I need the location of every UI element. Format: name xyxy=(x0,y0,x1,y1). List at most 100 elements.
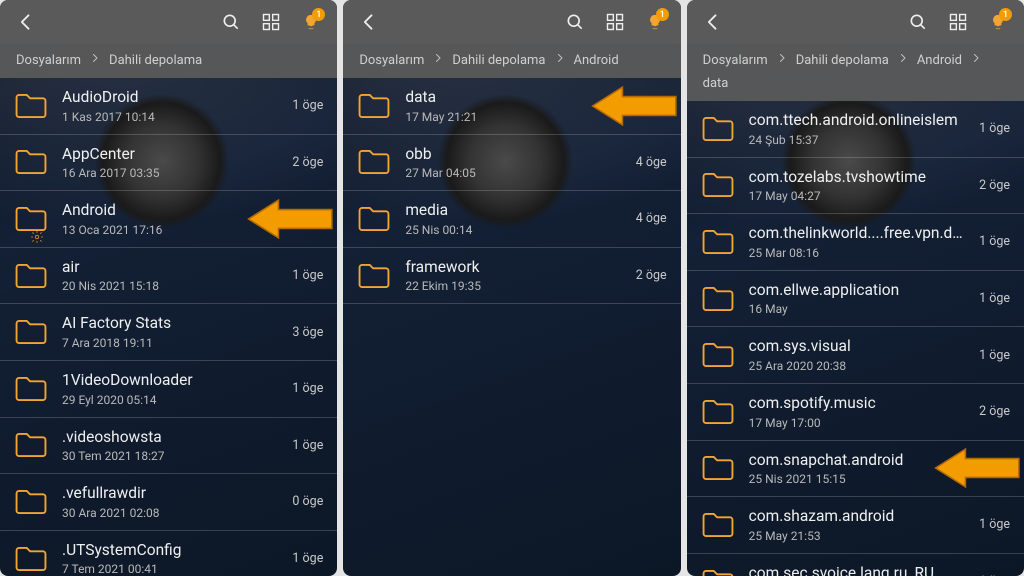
folder-row[interactable]: com.tozelabs.tvshowtime17 May 04:272 öge xyxy=(687,158,1024,215)
item-count: 1 öge xyxy=(979,291,1010,306)
folder-row[interactable]: media25 Nis 00:144 öge xyxy=(343,191,680,248)
folder-icon xyxy=(14,375,48,403)
folder-row[interactable]: com.ellwe.application16 May1 öge xyxy=(687,271,1024,328)
folder-row[interactable]: com.shazam.android25 May 21:531 öge xyxy=(687,497,1024,554)
folder-meta: 22 Ekim 19:35 xyxy=(405,279,627,293)
folder-icon xyxy=(14,262,48,290)
folder-row[interactable]: com.sys.visual25 Ara 2020 20:381 öge xyxy=(687,327,1024,384)
breadcrumb[interactable]: Dosyalarım Dahili depolama Android data xyxy=(687,44,1024,101)
gear-icon xyxy=(30,229,44,243)
chevron-right-icon xyxy=(776,52,788,68)
folder-row[interactable]: AppCenter16 Ara 2017 03:352 öge xyxy=(0,135,337,192)
folder-meta: 30 Ara 2021 02:08 xyxy=(62,506,284,520)
folder-meta: 16 May xyxy=(749,302,971,316)
notification-bulb-icon[interactable]: 1 xyxy=(643,10,667,34)
folder-icon xyxy=(701,228,735,256)
grid-view-icon[interactable] xyxy=(259,10,283,34)
folder-meta: 16 Ara 2017 03:35 xyxy=(62,166,284,180)
chevron-right-icon xyxy=(89,52,101,68)
breadcrumb[interactable]: Dosyalarım Dahili depolama xyxy=(0,44,337,78)
item-count: 2 öge xyxy=(292,155,323,170)
folder-row[interactable]: com.sec.svoice.lang.ru_RU13 May 21:381 ö… xyxy=(687,554,1024,576)
breadcrumb-item[interactable]: data xyxy=(703,76,729,91)
breadcrumb-item[interactable]: Dahili depolama xyxy=(109,53,202,68)
back-button[interactable] xyxy=(357,10,381,34)
folder-meta: 17 May 17:00 xyxy=(749,416,971,430)
folder-icon xyxy=(701,568,735,576)
item-count: 1 öge xyxy=(979,121,1010,136)
folder-meta: 17 May 21:21 xyxy=(405,110,613,124)
folder-meta: 7 Ara 2018 19:11 xyxy=(62,336,284,350)
folder-row[interactable]: .videoshowsta30 Tem 2021 18:271 öge xyxy=(0,418,337,475)
folder-row[interactable]: com.ttech.android.onlineislem 24 Şub 15:3… xyxy=(687,101,1024,158)
folder-row[interactable]: com.spotify.music17 May 17:002 öge xyxy=(687,384,1024,441)
folder-row[interactable]: air20 Nis 2021 15:181 öge xyxy=(0,248,337,305)
pane-2: 1 Dosyalarım Dahili depolama Android data c… xyxy=(687,0,1024,576)
grid-view-icon[interactable] xyxy=(603,10,627,34)
breadcrumb-item[interactable]: Dosyalarım xyxy=(703,53,768,68)
folder-row[interactable]: .vefullrawdir30 Ara 2021 02:080 öge xyxy=(0,474,337,531)
folder-meta: 30 Tem 2021 18:27 xyxy=(62,449,284,463)
folder-meta: 29 Eyl 2020 05:14 xyxy=(62,393,284,407)
breadcrumb-item[interactable]: Android xyxy=(574,53,619,68)
folder-row[interactable]: Android13 Oca 2021 17:164 öge xyxy=(0,191,337,248)
folder-row[interactable]: AudioDroid1 Kas 2017 10:141 öge xyxy=(0,78,337,135)
folder-meta: 20 Nis 2021 15:18 xyxy=(62,279,284,293)
folder-row[interactable]: com.snapchat.android25 Nis 2021 15:151 ö… xyxy=(687,441,1024,498)
folder-icon xyxy=(701,511,735,539)
folder-meta: 25 Mar 08:16 xyxy=(749,246,971,260)
breadcrumb-item[interactable]: Dahili depolama xyxy=(452,53,545,68)
folder-name: com.shazam.android xyxy=(749,507,971,526)
item-count: 2 öge xyxy=(979,178,1010,193)
item-count: 1 öge xyxy=(292,268,323,283)
back-button[interactable] xyxy=(701,10,725,34)
folder-row[interactable]: com.thelinkworld....free.vpn.dailyvpn25 … xyxy=(687,214,1024,271)
notification-badge: 1 xyxy=(312,8,325,21)
back-button[interactable] xyxy=(14,10,38,34)
item-count: 1 öge xyxy=(292,381,323,396)
breadcrumb-item[interactable]: Dahili depolama xyxy=(796,53,889,68)
search-icon[interactable] xyxy=(906,10,930,34)
item-count: 2 öge xyxy=(636,268,667,283)
search-icon[interactable] xyxy=(563,10,587,34)
item-count: 3 öge xyxy=(292,325,323,340)
folder-name: .UTSystemConfig xyxy=(62,541,284,560)
notification-bulb-icon[interactable]: 1 xyxy=(986,10,1010,34)
notification-badge: 1 xyxy=(999,8,1012,21)
folder-name: com.spotify.music xyxy=(749,394,971,413)
breadcrumb-item[interactable]: Dosyalarım xyxy=(16,53,81,68)
folder-name: AudioDroid xyxy=(62,88,284,107)
chevron-right-icon xyxy=(554,52,566,68)
folder-meta: 1 Kas 2017 10:14 xyxy=(62,110,284,124)
notification-bulb-icon[interactable]: 1 xyxy=(299,10,323,34)
header: 1 xyxy=(0,0,337,44)
folder-icon xyxy=(701,285,735,313)
folder-row[interactable]: data17 May 21:21161 öge xyxy=(343,78,680,135)
folder-row[interactable]: obb27 Mar 04:054 öge xyxy=(343,135,680,192)
folder-name: .videoshowsta xyxy=(62,428,284,447)
grid-view-icon[interactable] xyxy=(946,10,970,34)
folder-icon xyxy=(14,318,48,346)
item-count: 4 öge xyxy=(636,211,667,226)
header: 1 xyxy=(343,0,680,44)
folder-meta: 7 Tem 2021 00:41 xyxy=(62,562,284,576)
breadcrumb-item[interactable]: Dosyalarım xyxy=(359,53,424,68)
folder-icon xyxy=(357,148,391,176)
folder-row[interactable]: AI Factory Stats7 Ara 2018 19:113 öge xyxy=(0,304,337,361)
folder-name: com.ttech.android.onlineislem xyxy=(749,111,971,130)
folder-name: obb xyxy=(405,145,627,164)
item-count: 1 öge xyxy=(979,348,1010,363)
folder-row[interactable]: framework22 Ekim 19:352 öge xyxy=(343,248,680,305)
breadcrumb[interactable]: Dosyalarım Dahili depolama Android xyxy=(343,44,680,78)
folder-row[interactable]: .UTSystemConfig7 Tem 2021 00:411 öge xyxy=(0,531,337,576)
chevron-right-icon xyxy=(432,52,444,68)
folder-meta: 24 Şub 15:37 xyxy=(749,133,971,147)
folder-icon xyxy=(701,341,735,369)
folder-row[interactable]: 1VideoDownloader29 Eyl 2020 05:141 öge xyxy=(0,361,337,418)
pane-1: 1 Dosyalarım Dahili depolama Android data 1… xyxy=(343,0,680,576)
breadcrumb-item[interactable]: Android xyxy=(917,53,962,68)
folder-name: data xyxy=(405,88,613,107)
item-count: 0 öge xyxy=(292,494,323,509)
folder-icon xyxy=(701,454,735,482)
search-icon[interactable] xyxy=(219,10,243,34)
